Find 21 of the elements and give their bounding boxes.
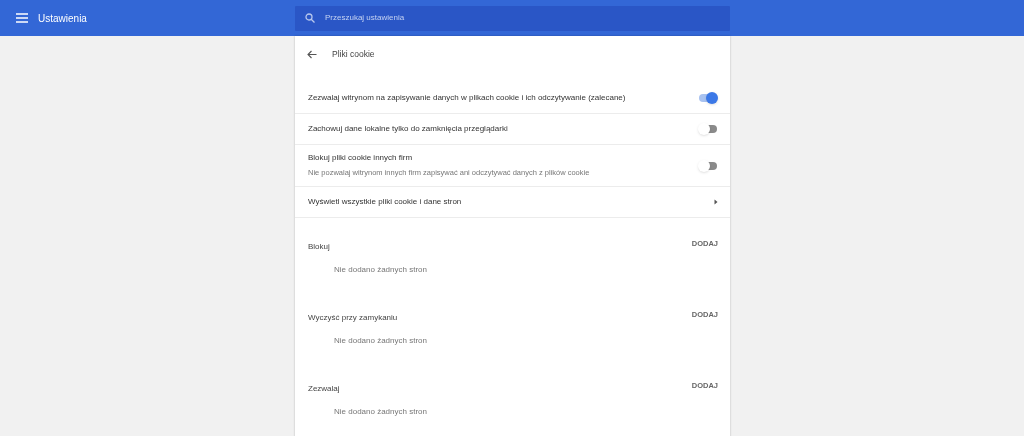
search-bar[interactable]: Przeszukaj ustawienia bbox=[295, 5, 730, 31]
search-field[interactable]: Przeszukaj ustawienia bbox=[325, 12, 705, 24]
menu-icon[interactable] bbox=[16, 13, 28, 23]
empty-list-message: Nie dodano żadnych stron bbox=[333, 406, 427, 418]
section-heading: Zezwalaj bbox=[308, 383, 340, 395]
section-heading: Blokuj bbox=[308, 241, 330, 253]
back-arrow-icon[interactable] bbox=[307, 49, 317, 59]
setting-label: Wyświetl wszystkie pliki cookie i dane stron bbox=[308, 196, 462, 208]
app-title: Ustawienia bbox=[38, 11, 87, 26]
setting-label: Zezwalaj witrynom na zapisywanie danych w plikach cookie i ich odczytywanie (zalecane) bbox=[308, 91, 626, 104]
toggle-switch[interactable] bbox=[698, 91, 718, 104]
page-title: Pliki cookie bbox=[332, 47, 375, 61]
setting-label: Zachowuj dane lokalne tylko do zamknięcia przeglądarki bbox=[308, 123, 508, 135]
caret-right-icon[interactable] bbox=[714, 199, 718, 205]
empty-list-message: Nie dodano żadnych stron bbox=[333, 264, 427, 276]
toggle-switch[interactable] bbox=[698, 123, 718, 135]
search-icon bbox=[305, 13, 315, 23]
toggle-switch[interactable] bbox=[698, 159, 718, 172]
setting-label: Blokuj pliki cookie innych firm bbox=[308, 152, 414, 165]
empty-list-message: Nie dodano żadnych stron bbox=[333, 335, 427, 347]
section-heading: Wyczyść przy zamykaniu bbox=[308, 312, 398, 324]
